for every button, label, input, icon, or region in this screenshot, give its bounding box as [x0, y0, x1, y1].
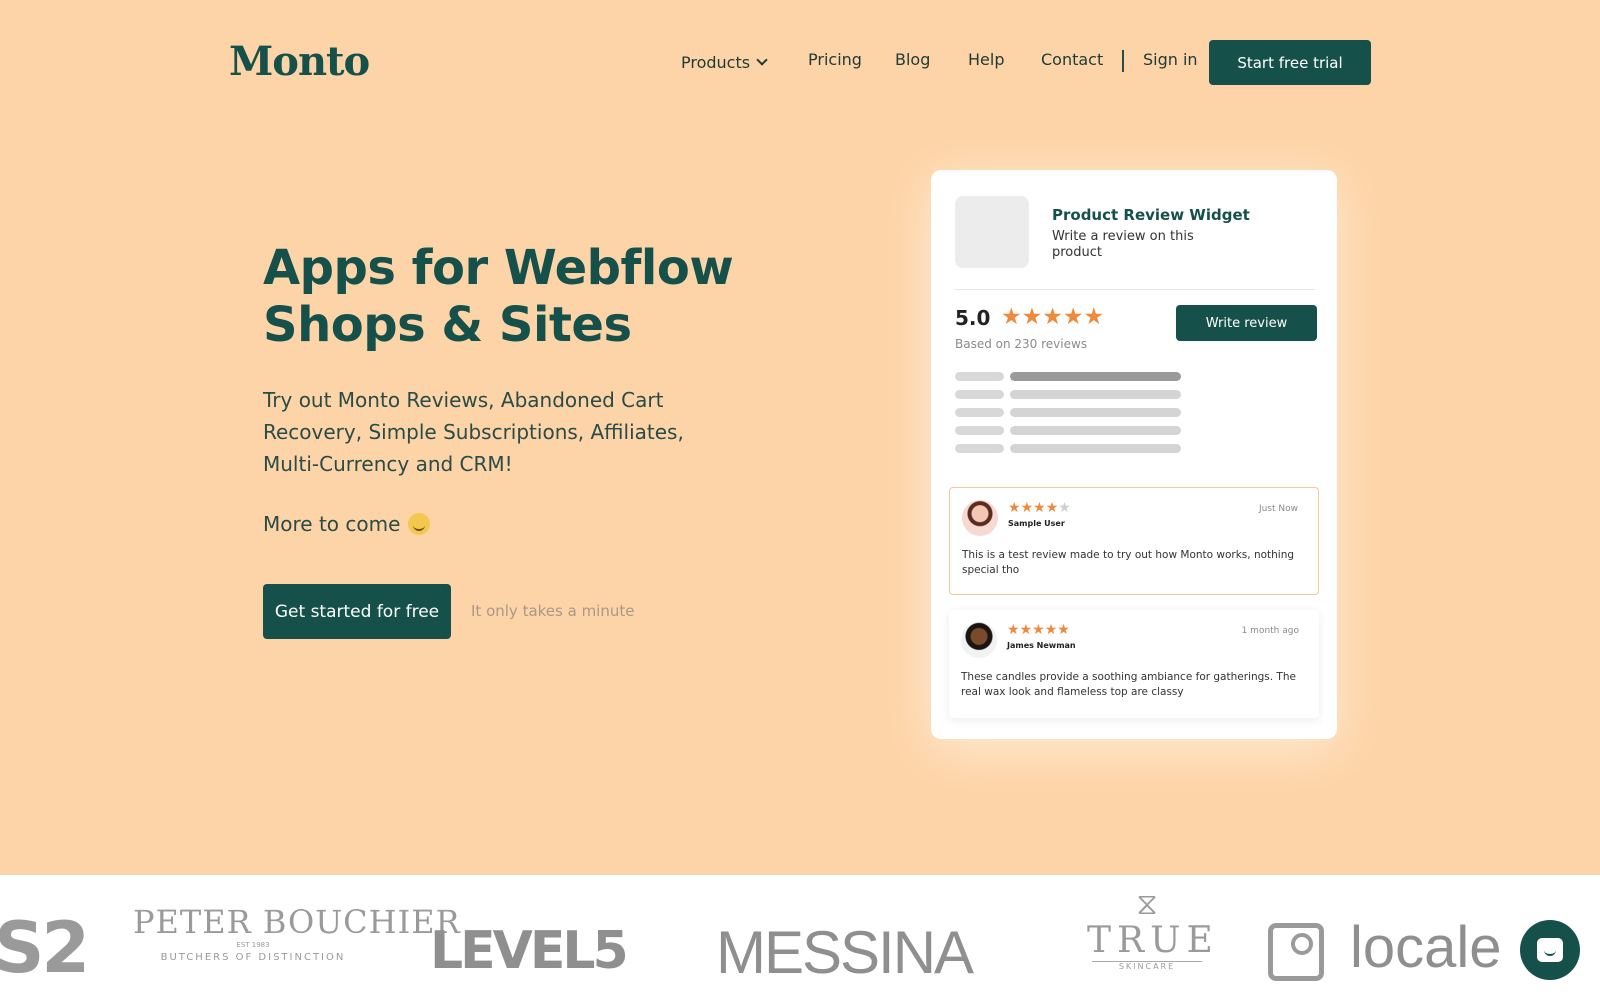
- widget-title: Product Review Widget: [1052, 206, 1250, 224]
- logo-locale: locale: [1350, 915, 1502, 980]
- write-review-button[interactable]: Write review: [1176, 305, 1317, 341]
- logo-level5: LEVEL5: [430, 921, 629, 981]
- distribution-label-placeholder: [955, 426, 1004, 435]
- star-filled-icon: ★: [1008, 500, 1021, 516]
- review-text: These candles provide a soothing ambianc…: [961, 671, 1296, 698]
- hero-title: Apps for Webflow Shops & Sites: [263, 240, 734, 353]
- nav-contact[interactable]: Contact: [1041, 50, 1103, 69]
- chat-launcher-button[interactable]: [1520, 920, 1580, 980]
- star-filled-icon: ★: [1021, 304, 1043, 330]
- true-wordmark: TRUE: [1087, 920, 1219, 961]
- true-hourglass-icon: ⧖: [1136, 887, 1158, 922]
- logo-peter-bouchier: PETER BOUCHIER EST 1983 BUTCHERS OF DIST…: [133, 903, 461, 963]
- distribution-label-placeholder: [955, 390, 1004, 399]
- distribution-bar-fill: [1010, 372, 1181, 381]
- customer-logos-strip: S2 PETER BOUCHIER EST 1983 BUTCHERS OF D…: [0, 875, 1600, 1000]
- true-tagline: SKINCARE: [1092, 961, 1202, 971]
- get-started-button[interactable]: Get started for free: [263, 584, 451, 639]
- logo-true-skincare: ⧖ TRUE SKINCARE: [1087, 887, 1219, 972]
- review-time: 1 month ago: [1241, 626, 1299, 636]
- distribution-row: [955, 444, 1181, 453]
- average-rating: 5.0: [955, 306, 991, 330]
- distribution-label-placeholder: [955, 408, 1004, 417]
- logo-s2: S2: [0, 907, 90, 989]
- star-filled-icon: ★: [1020, 500, 1034, 516]
- chat-icon: [1537, 938, 1563, 962]
- distribution-row: [955, 408, 1181, 417]
- nav-sign-in[interactable]: Sign in: [1143, 50, 1198, 69]
- star-filled-icon: ★: [1042, 304, 1063, 330]
- nav-divider: [1122, 50, 1124, 72]
- distribution-bar: [1010, 372, 1181, 381]
- start-free-trial-button[interactable]: Start free trial: [1209, 40, 1371, 85]
- distribution-row: [955, 390, 1181, 399]
- star-filled-icon: ★: [1033, 500, 1046, 516]
- rating-distribution: [955, 372, 1181, 462]
- peter-bouchier-tagline: BUTCHERS OF DISTINCTION: [160, 952, 346, 963]
- review-stars-icon: ★★★★★: [1007, 622, 1070, 638]
- nav-products[interactable]: Products: [681, 53, 768, 72]
- distribution-row: [955, 372, 1181, 381]
- cta-note: It only takes a minute: [471, 602, 635, 620]
- nav-products-label: Products: [681, 53, 751, 72]
- star-filled-icon: ★: [1044, 622, 1058, 638]
- star-filled-icon: ★: [1032, 622, 1045, 638]
- review-time: Just Now: [1258, 504, 1298, 514]
- nav-help[interactable]: Help: [968, 50, 1004, 69]
- distribution-bar: [1010, 444, 1181, 453]
- star-filled-icon: ★: [1001, 304, 1022, 330]
- reviewer-name: Sample User: [1008, 519, 1065, 528]
- review-card: ★★★★★ James Newman 1 month ago These can…: [949, 610, 1319, 718]
- distribution-label-placeholder: [955, 372, 1004, 381]
- review-count: Based on 230 reviews: [955, 337, 1088, 351]
- star-empty-icon: ★: [1058, 500, 1071, 516]
- review-card: ★★★★★ Sample User Just Now This is a tes…: [949, 487, 1319, 595]
- divider: [955, 289, 1315, 290]
- peter-bouchier-est: EST 1983: [236, 941, 270, 949]
- nav-blog[interactable]: Blog: [895, 50, 930, 69]
- avatar: [961, 622, 997, 658]
- star-filled-icon: ★: [1057, 622, 1070, 638]
- distribution-bar: [1010, 408, 1181, 417]
- reviewer-name: James Newman: [1007, 641, 1076, 650]
- star-filled-icon: ★: [1062, 304, 1084, 330]
- locale-location-icon: [1268, 923, 1324, 981]
- nav-pricing[interactable]: Pricing: [808, 50, 862, 69]
- star-filled-icon: ★: [1083, 304, 1105, 330]
- peter-bouchier-wordmark: PETER BOUCHIER: [133, 903, 461, 941]
- star-filled-icon: ★: [1045, 500, 1059, 516]
- review-stars-icon: ★★★★★: [1008, 500, 1071, 516]
- star-rating-icon: ★★★★★: [1001, 304, 1104, 330]
- distribution-bar: [1010, 426, 1181, 435]
- hero-more-to-come: More to come: [263, 512, 431, 536]
- widget-subtitle: Write a review on this product: [1052, 229, 1194, 260]
- star-filled-icon: ★: [1007, 622, 1020, 638]
- logo-messina: MESSINA: [716, 919, 974, 986]
- distribution-bar: [1010, 390, 1181, 399]
- review-text: This is a test review made to try out ho…: [962, 549, 1295, 576]
- distribution-row: [955, 426, 1181, 435]
- star-filled-icon: ★: [1019, 622, 1033, 638]
- hero-description: Try out Monto Reviews, Abandoned Cart Re…: [263, 388, 684, 476]
- review-widget-card: Product Review Widget Write a review on …: [931, 170, 1337, 739]
- chevron-down-icon: [756, 54, 768, 66]
- avatar: [962, 500, 998, 536]
- distribution-label-placeholder: [955, 444, 1004, 453]
- party-face-icon: [408, 513, 431, 535]
- product-thumbnail: [955, 196, 1029, 268]
- more-to-come-text: More to come: [263, 512, 401, 536]
